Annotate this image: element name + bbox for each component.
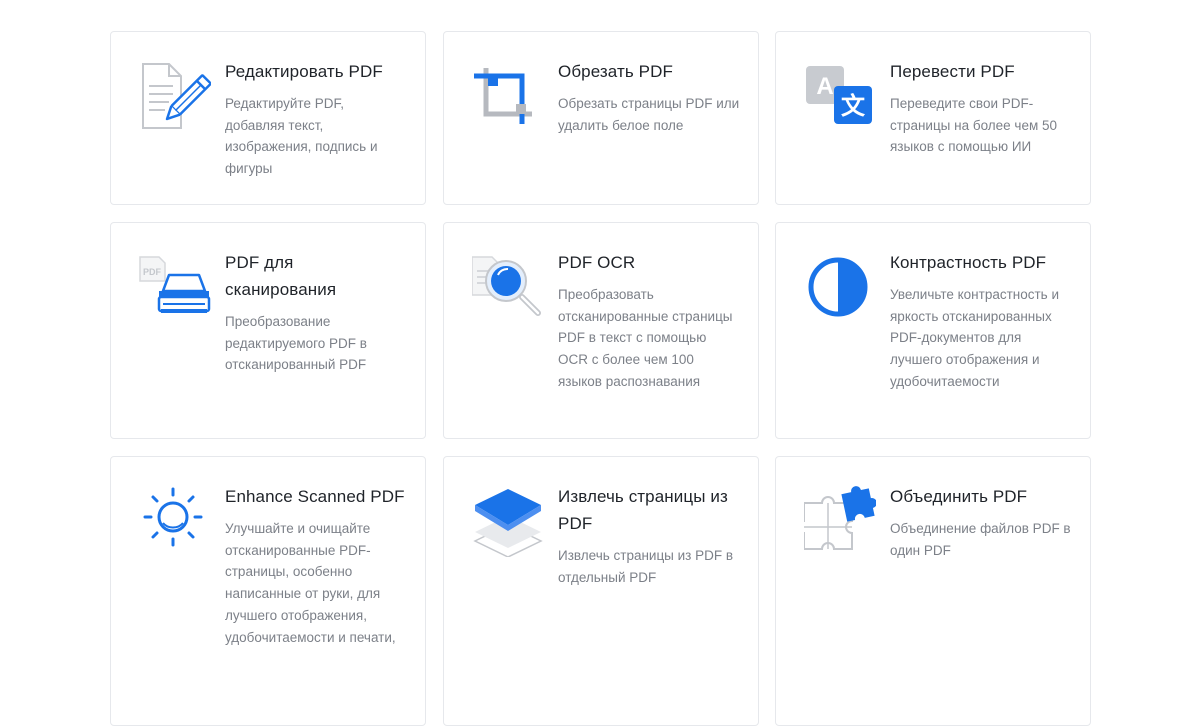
scanner-doc-label: PDF xyxy=(143,267,162,277)
tool-card-crop-pdf[interactable]: Обрезать PDF Обрезать страницы PDF или у… xyxy=(443,31,759,205)
edit-pdf-icon xyxy=(139,60,211,132)
tool-title: PDF для сканирования xyxy=(225,253,337,299)
tool-title: Контрастность PDF xyxy=(890,253,1047,272)
tool-card-extract-pages[interactable]: Извлечь страницы из PDF Извлечь страницы… xyxy=(443,456,759,726)
tool-card-merge-pdf[interactable]: Объединить PDF Объединение файлов PDF в … xyxy=(775,456,1091,726)
tool-card-translate-pdf[interactable]: A 文 Перевести PDF Переведите свои PDF-ст… xyxy=(775,31,1091,205)
sun-enhance-icon xyxy=(139,485,211,557)
puzzle-merge-icon xyxy=(804,485,876,557)
scanner-icon: PDF xyxy=(139,251,211,323)
tool-title: Редактировать PDF xyxy=(225,62,383,81)
tool-description: Увеличьте контрастность и яркость отскан… xyxy=(890,287,1059,389)
contrast-icon xyxy=(804,251,876,323)
tool-description: Улучшайте и очищайте отсканированные PDF… xyxy=(225,521,396,645)
tool-card-pdf-ocr[interactable]: PDF OCR Преобразовать отсканированные ст… xyxy=(443,222,759,439)
tool-description: Переведите свои PDF-страницы на более че… xyxy=(890,96,1058,155)
tool-description: Преобразование редактируемого PDF в отск… xyxy=(225,314,367,373)
tool-description: Объединение файлов PDF в один PDF xyxy=(890,521,1071,558)
tool-title: Перевести PDF xyxy=(890,62,1015,81)
tools-grid: Редактировать PDF Редактируйте PDF, доба… xyxy=(0,0,1200,726)
tool-title: Enhance Scanned PDF xyxy=(225,487,405,506)
ocr-magnifier-icon xyxy=(472,251,544,323)
tool-title: Извлечь страницы из PDF xyxy=(558,487,728,533)
tool-description: Преобразовать отсканированные страницы P… xyxy=(558,287,733,389)
tool-card-pdf-to-scan[interactable]: PDF PDF для сканирования Преобразование … xyxy=(110,222,426,439)
tool-card-edit-pdf[interactable]: Редактировать PDF Редактируйте PDF, доба… xyxy=(110,31,426,205)
latin-letter-glyph: A xyxy=(816,73,833,100)
tool-card-enhance-scanned[interactable]: Enhance Scanned PDF Улучшайте и очищайте… xyxy=(110,456,426,726)
translate-icon: A 文 xyxy=(804,60,876,132)
tool-description: Редактируйте PDF, добавляя текст, изобра… xyxy=(225,96,378,177)
cjk-letter-glyph: 文 xyxy=(841,92,866,120)
tool-title: PDF OCR xyxy=(558,253,636,272)
layers-extract-icon xyxy=(472,485,544,557)
tool-description: Обрезать страницы PDF или удалить белое … xyxy=(558,96,740,133)
tool-title: Объединить PDF xyxy=(890,487,1028,506)
tool-title: Обрезать PDF xyxy=(558,62,673,81)
crop-icon xyxy=(472,60,544,132)
tool-description: Извлечь страницы из PDF в отдельный PDF xyxy=(558,548,734,585)
tool-card-pdf-contrast[interactable]: Контрастность PDF Увеличьте контрастност… xyxy=(775,222,1091,439)
